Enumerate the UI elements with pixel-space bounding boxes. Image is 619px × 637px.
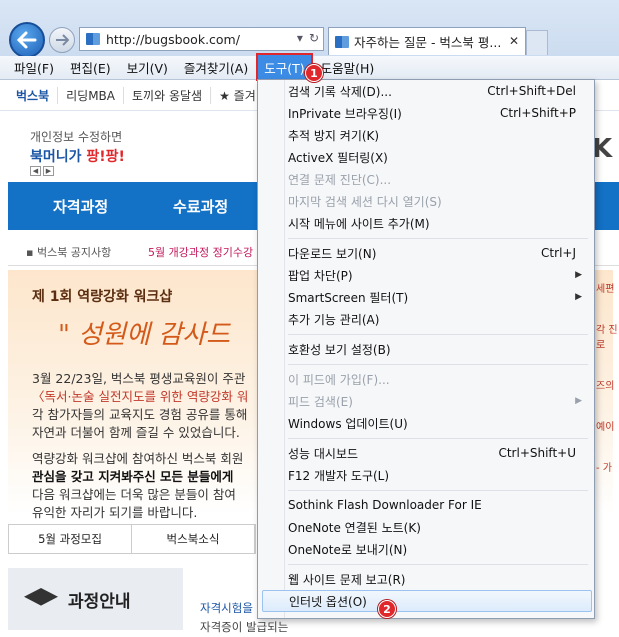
submenu-arrow-icon: ▶: [575, 292, 582, 302]
banner-line: 〈독서·논술 실전지도를 위한 역량강화 워: [32, 389, 249, 404]
fav-rabbit[interactable]: 토끼와 옹달샘: [124, 87, 212, 104]
notice-label[interactable]: ▪ 벅스북 공지사항: [26, 244, 111, 260]
banner-title: 제 1회 역량강화 워크샵: [32, 289, 173, 305]
menu-windows-update[interactable]: Windows 업데이트(U): [288, 412, 588, 434]
submenu-arrow-icon: ▶: [575, 270, 582, 280]
menu-view[interactable]: 보기(V): [121, 55, 174, 80]
menu-internet-options[interactable]: 인터넷 옵션(O): [262, 590, 592, 612]
promo-text: 개인정보 수정하면: [30, 130, 123, 144]
banner-line: 관심을 갖고 지켜봐주신 모든 분들에게: [32, 469, 234, 484]
subtab-news[interactable]: 벅스북소식: [132, 525, 255, 553]
menu-add-start[interactable]: 시작 메뉴에 사이트 추가(M): [288, 212, 588, 234]
menu-delete-history[interactable]: 검색 기록 삭제(D)... Ctrl+Shift+Del: [288, 80, 588, 102]
menu-favorites[interactable]: 즐겨찾기(A): [178, 55, 254, 80]
menu-reopen-session: 마지막 검색 세션 다시 열기(S): [288, 194, 442, 209]
menu-subscribe-feed: 이 피드에 가입(F)...: [288, 372, 390, 387]
address-bar[interactable]: http://bugsbook.com/ ▾ ↻: [79, 27, 324, 51]
menu-performance[interactable]: 성능 대시보드 Ctrl+Shift+U: [288, 442, 588, 464]
refresh-icon[interactable]: ↻: [309, 31, 319, 45]
menu-compat-view[interactable]: 호환성 보기 설정(B): [288, 338, 588, 360]
step-badge-2: 2: [378, 600, 396, 618]
step-badge-1: 1: [305, 64, 323, 82]
menu-help[interactable]: 도움말(H): [315, 55, 381, 80]
side-ad[interactable]: 예이: [596, 418, 619, 433]
menu-activex-filter[interactable]: ActiveX 필터링(X): [288, 146, 588, 168]
menu-separator: [288, 238, 588, 239]
menu-popup-blocker[interactable]: 팝업 차단(P) ▶: [288, 264, 588, 286]
banner-line: 역량강화 워크샵에 참여하신 벅스북 회원: [32, 451, 244, 466]
prev-arrow-icon[interactable]: ◀: [30, 166, 41, 176]
side-ad[interactable]: 각 진로: [596, 321, 619, 351]
search-dropdown-icon[interactable]: ▾: [297, 31, 303, 45]
menu-inprivate[interactable]: InPrivate 브라우징(I) Ctrl+Shift+P: [288, 102, 588, 124]
side-ad[interactable]: - 가: [596, 459, 619, 474]
course-info[interactable]: 과정안내: [8, 568, 183, 630]
address-url: http://bugsbook.com/: [106, 31, 240, 47]
menu-devtools[interactable]: F12 개발자 도구(L): [288, 464, 588, 486]
menu-onenote-linked[interactable]: OneNote 연결된 노트(K): [288, 516, 588, 538]
menu-tools[interactable]: 도구(T): [256, 53, 313, 82]
menu-feed-discovery: 피드 검색(E) ▶: [288, 394, 582, 409]
banner-line: 다음 워크샵에는 더욱 많은 분들이 참여: [32, 487, 236, 502]
menu-tracking-protection[interactable]: 추적 방지 켜기(K): [288, 124, 588, 146]
menu-smartscreen[interactable]: SmartScreen 필터(T) ▶: [288, 286, 588, 308]
fav-readingmba[interactable]: 리딩MBA: [58, 87, 125, 104]
submenu-arrow-icon: ▶: [575, 396, 582, 406]
subtab-may-course[interactable]: 5월 과정모집: [9, 525, 132, 553]
menu-onenote-send[interactable]: OneNote로 보내기(N): [288, 538, 588, 560]
banner-line: 유익한 자리가 되기를 바랍니다.: [32, 505, 198, 520]
banner-line: 자연과 더불어 함께 즐길 수 있었습니다.: [32, 425, 240, 440]
menu-separator: [288, 438, 588, 439]
close-tab-icon[interactable]: ✕: [509, 34, 519, 48]
menu-manage-addons[interactable]: 추가 기능 관리(A): [288, 308, 588, 330]
menu-sothink[interactable]: Sothink Flash Downloader For IE: [288, 494, 588, 516]
banner-line: 3월 22/23일, 벅스북 평생교육원이 주관: [32, 371, 246, 386]
banner-line: 각 참가자들의 교육지도 경험 공유를 통해: [32, 407, 248, 422]
menu-separator: [288, 490, 588, 491]
back-button[interactable]: [9, 22, 45, 58]
new-tab-button[interactable]: [526, 30, 548, 55]
menu-edit[interactable]: 편집(E): [64, 55, 117, 80]
menu-diagnose: 연결 문제 진단(C)...: [288, 172, 392, 187]
next-arrow-icon[interactable]: ▶: [43, 166, 54, 176]
browser-tab[interactable]: 자주하는 질문 - 벅스북 평... ✕: [328, 27, 526, 55]
site-logo: K: [592, 134, 613, 164]
menu-separator: [288, 364, 588, 365]
content-subtabs: 5월 과정모집 벅스북소식: [8, 524, 256, 554]
menu-separator: [288, 564, 588, 565]
site-favicon-icon: [86, 33, 100, 45]
forward-arrow-icon: [56, 34, 69, 46]
side-ad[interactable]: 세편: [596, 280, 619, 295]
fav-bugsbook[interactable]: 벅스북: [8, 87, 59, 104]
banner-quote: " 성원에 감사드: [58, 320, 231, 350]
menu-report-problem[interactable]: 웹 사이트 문제 보고(R): [288, 568, 588, 590]
menu-downloads[interactable]: 다운로드 보기(N) Ctrl+J: [288, 242, 588, 264]
back-arrow-icon: [17, 31, 37, 49]
tab-favicon-icon: [335, 35, 349, 48]
nav-completion[interactable]: 수료과정: [173, 196, 228, 217]
menu-separator: [288, 334, 588, 335]
notice-text[interactable]: 5월 개강과정 정기수강: [148, 244, 253, 260]
graduation-cap-icon: [24, 588, 58, 606]
side-ad[interactable]: 즈의: [596, 377, 619, 392]
nav-certificate[interactable]: 자격과정: [53, 196, 108, 217]
tab-title: 자주하는 질문 - 벅스북 평...: [354, 35, 502, 50]
side-ads: 세편 각 진로 즈의 예이 - 가: [596, 280, 619, 500]
course-label: 과정안내: [68, 591, 131, 612]
forward-button[interactable]: [49, 27, 75, 53]
tools-menu: 검색 기록 삭제(D)... Ctrl+Shift+Del InPrivate 브…: [257, 79, 595, 619]
promo-arrows: ◀ ▶: [30, 166, 54, 176]
menu-file[interactable]: 파일(F): [8, 55, 60, 80]
promo-brand[interactable]: 북머니가 팡!팡!: [30, 146, 125, 166]
